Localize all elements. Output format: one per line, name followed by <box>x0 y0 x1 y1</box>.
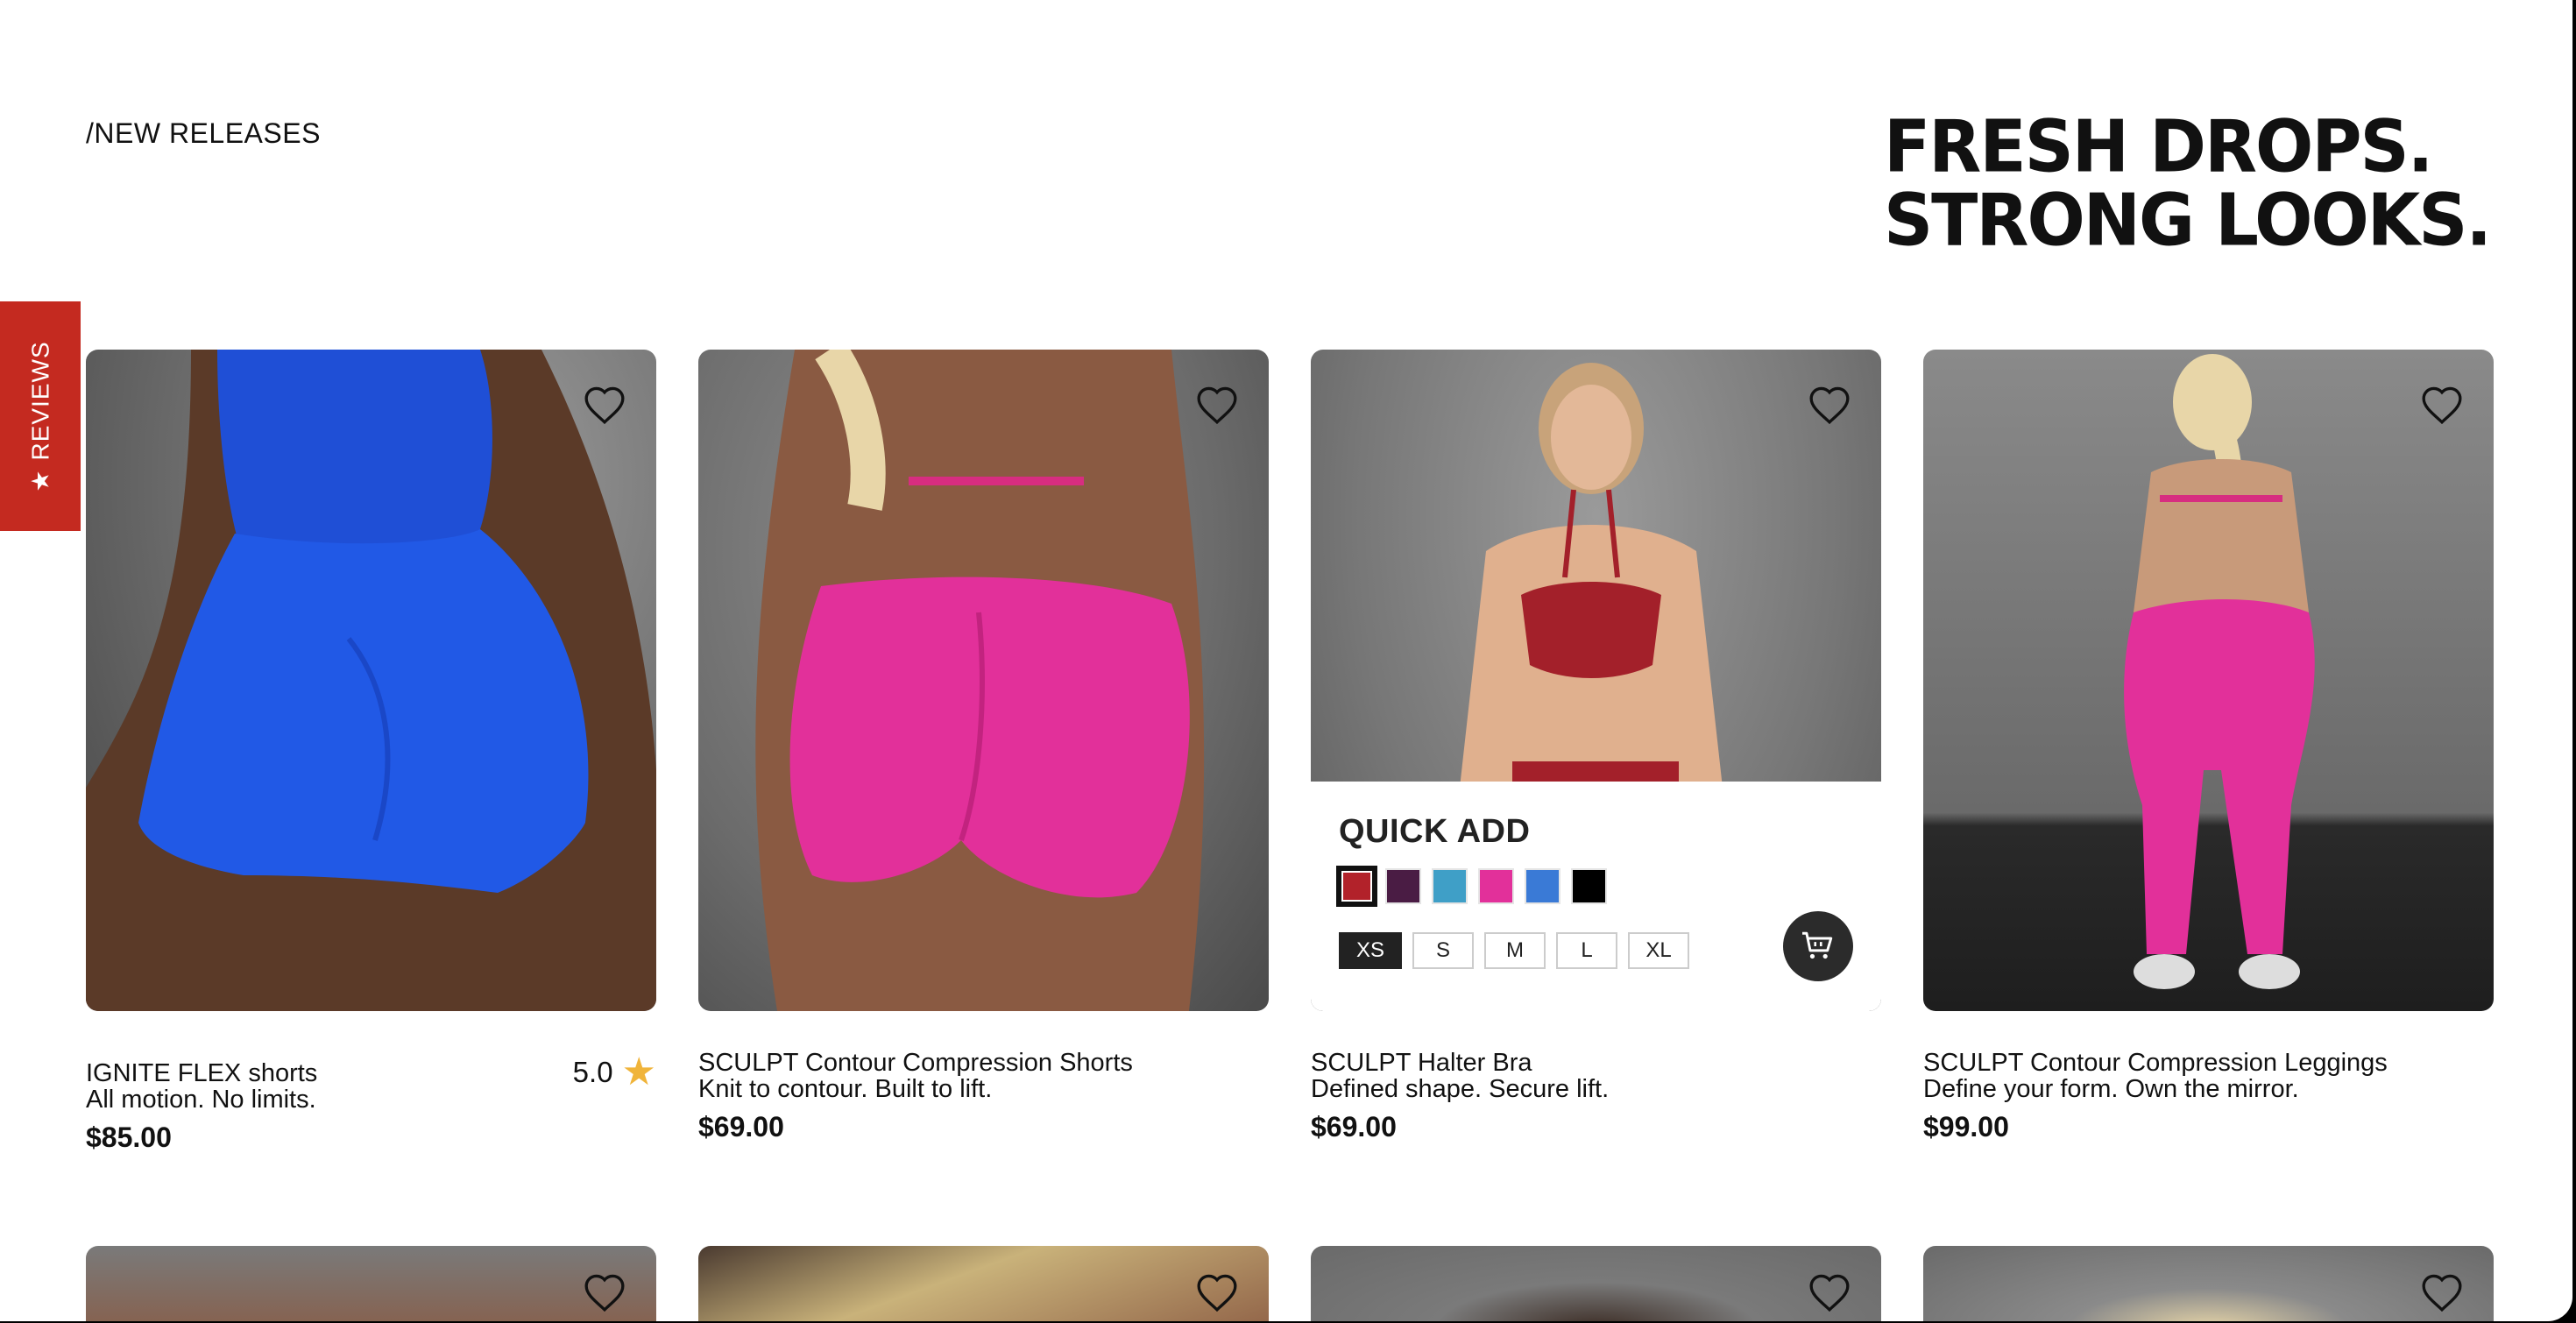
product-card[interactable] <box>1311 1246 1881 1321</box>
product-rating: 5.0 ★ <box>572 1051 656 1093</box>
heart-icon[interactable] <box>2418 1269 2466 1316</box>
color-swatch[interactable] <box>1571 868 1607 904</box>
product-info: SCULPT Halter Bra Defined shape. Secure … <box>1311 1050 1881 1143</box>
color-swatch[interactable] <box>1339 868 1375 904</box>
heart-icon[interactable] <box>2418 381 2466 428</box>
cart-icon <box>1802 931 1833 959</box>
product-card[interactable]: QUICK ADD XS S M L XL SCULPT Halter Bra Defi… <box>1311 350 1881 1143</box>
heart-icon[interactable] <box>1806 381 1853 428</box>
product-name[interactable]: SCULPT Halter Bra <box>1311 1050 1881 1076</box>
product-image[interactable] <box>698 350 1269 1011</box>
size-option[interactable]: XL <box>1628 932 1689 969</box>
size-option[interactable]: M <box>1484 932 1546 969</box>
color-swatch[interactable] <box>1432 868 1468 904</box>
headline-line-1: FRESH DROPS. <box>1884 105 2433 189</box>
heart-icon[interactable] <box>1806 1269 1853 1316</box>
heart-icon[interactable] <box>581 1269 628 1316</box>
size-options: XS S M L XL <box>1339 932 1853 969</box>
product-card[interactable] <box>698 1246 1269 1321</box>
rating-value: 5.0 <box>572 1056 613 1088</box>
product-tagline: All motion. No limits. <box>86 1086 316 1114</box>
color-swatches <box>1339 868 1853 904</box>
product-image[interactable] <box>1923 350 2494 1011</box>
product-price: $85.00 <box>86 1121 172 1153</box>
size-option[interactable]: L <box>1556 932 1617 969</box>
color-swatch[interactable] <box>1525 868 1560 904</box>
product-price: $99.00 <box>1923 1111 2009 1143</box>
headline: FRESH DROPS. STRONG LOOKS. <box>1884 105 2492 263</box>
product-info: IGNITE FLEX shorts All motion. No limits… <box>86 1053 656 1154</box>
product-name[interactable]: IGNITE FLEX shorts <box>86 1060 656 1086</box>
product-image[interactable]: QUICK ADD XS S M L XL <box>1311 350 1881 1011</box>
section-label: /NEW RELEASES <box>86 117 321 149</box>
product-info: SCULPT Contour Compression Shorts Knit t… <box>698 1050 1269 1143</box>
star-icon: ★ <box>26 469 54 492</box>
page: /NEW RELEASES FRESH DROPS. STRONG LOOKS.… <box>0 0 2572 1321</box>
product-tagline: Define your form. Own the mirror. <box>1923 1075 2299 1103</box>
product-card[interactable]: SCULPT Contour Compression Shorts Knit t… <box>698 350 1269 1143</box>
size-option[interactable]: XS <box>1339 932 1402 969</box>
headline-line-2: STRONG LOOKS. <box>1884 179 2492 263</box>
heart-icon[interactable] <box>581 381 628 428</box>
product-name[interactable]: SCULPT Contour Compression Leggings <box>1923 1050 2494 1076</box>
color-swatch[interactable] <box>1478 868 1514 904</box>
heart-icon[interactable] <box>1193 1269 1241 1316</box>
product-tagline: Knit to contour. Built to lift. <box>698 1075 993 1103</box>
color-swatch[interactable] <box>1385 868 1421 904</box>
product-card[interactable] <box>86 1246 656 1321</box>
product-card[interactable] <box>1923 1246 2494 1321</box>
star-icon: ★ <box>621 1051 656 1093</box>
product-card[interactable]: SCULPT Contour Compression Leggings Defi… <box>1923 350 2494 1143</box>
product-tagline: Defined shape. Secure lift. <box>1311 1075 1610 1103</box>
reviews-tab-label: REVIEWS <box>26 340 53 461</box>
quick-add-title: QUICK ADD <box>1339 813 1531 850</box>
quick-add-panel: QUICK ADD XS S M L XL <box>1311 782 1881 1011</box>
product-price: $69.00 <box>698 1111 784 1143</box>
add-to-cart-button[interactable] <box>1783 911 1853 981</box>
heart-icon[interactable] <box>1193 381 1241 428</box>
product-info: SCULPT Contour Compression Leggings Defi… <box>1923 1050 2494 1143</box>
product-image[interactable] <box>86 350 656 1011</box>
product-name[interactable]: SCULPT Contour Compression Shorts <box>698 1050 1269 1076</box>
size-option[interactable]: S <box>1412 932 1474 969</box>
product-price: $69.00 <box>1311 1111 1397 1143</box>
reviews-tab[interactable]: ★ REVIEWS <box>0 301 81 531</box>
product-card[interactable]: IGNITE FLEX shorts All motion. No limits… <box>86 350 656 1154</box>
